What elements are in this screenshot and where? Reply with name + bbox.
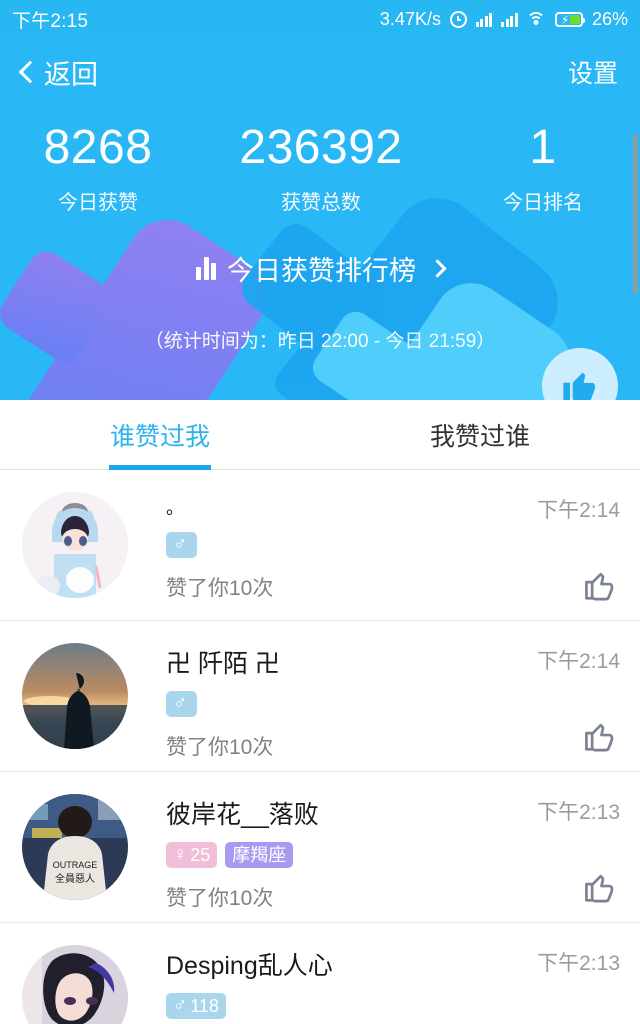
chevron-right-icon <box>428 259 447 278</box>
stat-value: 1 <box>529 121 557 174</box>
wifi-icon <box>526 11 546 27</box>
status-bar-time: 下午2:15 <box>12 10 89 32</box>
gender-badge-female: ♀ 25 <box>166 842 218 868</box>
list-item-info: 。 ♂ 赞了你10次 <box>128 486 537 602</box>
avatar[interactable] <box>22 643 128 749</box>
thumbs-up-outline-icon <box>585 874 614 903</box>
stat-value: 8268 <box>43 121 153 174</box>
gender-badge-male: ♂ <box>166 691 198 717</box>
period-note: （统计时间为：昨日 22:00 - 今日 21:59） <box>144 330 496 352</box>
male-symbol-icon: ♂ <box>173 995 188 1016</box>
settings-button[interactable]: 设置 <box>568 54 618 90</box>
signal-icon <box>501 11 518 27</box>
app-screen: 下午2:15 3.47K/s ⚡ 26% 返回 设置 8268 今日获赞 236… <box>0 0 640 1024</box>
back-button-label: 返回 <box>44 59 98 90</box>
user-name: 彼岸花__落败 <box>166 801 319 829</box>
stat-label: 今日获赞 <box>58 191 138 214</box>
list-item-time: 下午2:14 <box>537 650 620 673</box>
header-panel: 返回 设置 8268 今日获赞 236392 获赞总数 1 今日排名 今日获赞排… <box>0 38 640 400</box>
list-item-actions: 下午2:14 <box>537 637 620 755</box>
gender-badge-text: 118 <box>190 996 219 1016</box>
list-item[interactable]: 卍 阡陌 卍 ♂ 赞了你10次 下午2:14 <box>0 621 640 772</box>
signal-icon <box>475 11 493 27</box>
status-bar: 下午2:15 3.47K/s ⚡ 26% <box>0 0 640 38</box>
bar-chart-icon <box>196 256 216 280</box>
liked-count-text: 赞了你10次 <box>166 576 274 600</box>
user-name: 卍 阡陌 卍 <box>166 650 280 678</box>
page-scrollbar[interactable] <box>633 134 638 294</box>
like-back-button[interactable] <box>582 717 620 755</box>
svg-text:OUTRAGE: OUTRAGE <box>53 860 98 870</box>
like-back-button[interactable] <box>582 1019 620 1024</box>
thumbs-up-outline-icon <box>585 723 614 752</box>
badge-group: ♂ <box>166 691 537 717</box>
list-item-actions: 下午2:13 <box>537 939 620 1024</box>
avatar[interactable]: OUTRAGE 全員惡人 <box>22 794 128 900</box>
female-symbol-icon: ♀ <box>173 844 188 865</box>
thumbs-up-icon <box>563 372 595 400</box>
like-back-button[interactable] <box>582 868 620 906</box>
age-text: 25 <box>190 845 211 865</box>
tab-who-i-liked[interactable]: 我赞过谁 <box>320 400 640 469</box>
zodiac-badge: 摩羯座 <box>225 842 294 868</box>
male-symbol-icon: ♂ <box>173 533 188 555</box>
navigation-bar: 返回 设置 <box>0 38 640 106</box>
battery-charging-icon: ⚡ <box>554 11 585 27</box>
list-item-actions: 下午2:13 <box>537 788 620 906</box>
list-item-info: 彼岸花__落败 ♀ 25 摩羯座 赞了你10次 <box>128 788 537 912</box>
thumbs-up-outline-icon <box>582 1019 620 1024</box>
gender-badge-male: ♂ 118 <box>166 993 226 1019</box>
stat-value: 236392 <box>239 121 403 174</box>
stat-label: 获赞总数 <box>281 191 361 214</box>
liked-count-text: 赞了你10次 <box>166 887 274 910</box>
list-item-time: 下午2:14 <box>537 499 620 522</box>
tab-bar: 谁赞过我 我赞过谁 <box>0 400 640 470</box>
list-item-time: 下午2:13 <box>537 952 620 975</box>
list-item[interactable]: 。 ♂ 赞了你10次 下午2:14 <box>0 470 640 621</box>
user-name: Desping乱人心 <box>166 952 333 980</box>
like-back-button[interactable] <box>582 566 620 604</box>
stat-label: 今日排名 <box>503 191 583 214</box>
back-button[interactable]: 返回 <box>18 53 98 92</box>
chevron-left-icon <box>18 60 42 84</box>
list-item[interactable]: OUTRAGE 全員惡人 彼岸花__落败 ♀ 25 摩羯座 赞了你10次 下午2… <box>0 772 640 923</box>
list-item-time: 下午2:13 <box>537 801 620 824</box>
gender-badge-male: ♂ <box>166 531 198 558</box>
badge-group: ♂ <box>166 531 537 558</box>
decorative-thumb-purple <box>24 204 282 400</box>
stat-total-likes: 236392 获赞总数 <box>196 122 446 215</box>
ranking-link-label: 今日获赞排行榜 <box>227 255 416 286</box>
network-speed-text: 3.47K/s <box>379 8 441 29</box>
stats-row: 8268 今日获赞 236392 获赞总数 1 今日排名 <box>0 106 640 215</box>
alarm-icon <box>449 10 467 28</box>
list-item-actions: 下午2:14 <box>537 486 620 604</box>
stat-today-rank: 1 今日排名 <box>446 122 640 215</box>
like-list: 。 ♂ 赞了你10次 下午2:14 卍 阡陌 卍 ♂ 赞了你10次 下午2:14… <box>0 470 640 1024</box>
status-bar-indicators: 3.47K/s ⚡ 26% <box>380 9 628 30</box>
list-item[interactable]: Desping乱人心 ♂ 118 下午2:13 <box>0 923 640 1024</box>
battery-percent-text: 26% <box>591 8 628 29</box>
liked-count-text: 赞了你10次 <box>166 736 274 759</box>
ranking-link[interactable]: 今日获赞排行榜 <box>0 249 640 288</box>
tab-who-liked-me[interactable]: 谁赞过我 <box>0 400 320 469</box>
stat-today-likes: 8268 今日获赞 <box>0 122 196 215</box>
svg-text:全員惡人: 全員惡人 <box>55 872 95 885</box>
male-symbol-icon: ♂ <box>173 693 188 714</box>
user-name: 。 <box>166 498 184 518</box>
badge-group: ♂ 118 <box>166 993 537 1019</box>
badge-group: ♀ 25 摩羯座 <box>166 842 537 868</box>
avatar[interactable] <box>22 945 128 1024</box>
list-item-info: 卍 阡陌 卍 ♂ 赞了你10次 <box>128 637 537 761</box>
thumbs-up-outline-icon <box>585 572 614 601</box>
list-item-info: Desping乱人心 ♂ 118 <box>128 939 537 1024</box>
avatar[interactable] <box>22 492 128 598</box>
